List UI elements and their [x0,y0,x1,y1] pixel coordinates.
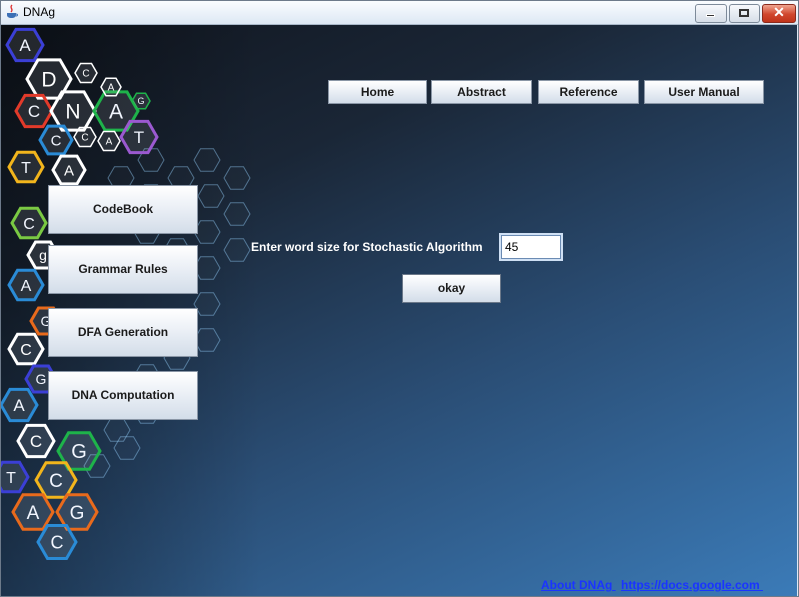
logo-letter: G [137,96,144,106]
logo-letter: A [27,503,40,524]
logo-letter: A [106,137,113,148]
java-cup-icon [7,4,18,18]
logo-letter: T [6,470,16,487]
user-manual-button[interactable]: User Manual [644,80,764,104]
word-size-input[interactable] [499,233,563,261]
docs-link[interactable]: https://docs.google.com [621,578,763,592]
logo-letter: C [30,432,42,451]
logo-letter: C [49,471,63,492]
logo-letter: C [28,102,40,121]
logo-letter: N [65,101,80,124]
codebook-button[interactable]: CodeBook [48,185,198,234]
logo-letter: A [19,36,31,55]
logo-letter: C [20,342,32,359]
logo-letter: C [51,132,62,149]
okay-button[interactable]: okay [402,274,501,303]
dfa-generation-button[interactable]: DFA Generation [48,308,198,357]
logo-letter: A [13,396,25,415]
logo-letter: G [36,371,47,387]
home-button[interactable]: Home [328,80,427,104]
maximize-button[interactable] [729,4,760,23]
about-link[interactable]: About DNAg [541,578,616,592]
logo-letter: A [64,162,74,179]
reference-button[interactable]: Reference [538,80,639,104]
minimize-icon [706,14,715,17]
dna-computation-button[interactable]: DNA Computation [48,371,198,420]
logo-letter: T [134,128,144,147]
logo-letter: g [39,247,47,263]
window-title: DNAg [23,5,56,19]
maximize-icon [739,9,749,17]
logo-letter: C [23,216,35,233]
abstract-button[interactable]: Abstract [431,80,532,104]
app-window: DNAg ✕ ADCNACTACgAGCGACGTCAGCCAGTAC Home… [0,0,799,597]
logo-letter: D [41,69,56,92]
hexagon-shape [223,166,251,190]
hexagon-shape [197,184,225,208]
word-size-label: Enter word size for Stochastic Algorithm [251,240,483,254]
logo-letter: G [70,503,85,524]
logo-letter: C [51,532,64,552]
grammar-rules-button[interactable]: Grammar Rules [48,245,198,294]
logo-letter: A [108,83,115,94]
minimize-button[interactable] [695,4,727,23]
logo-letter: C [82,69,89,80]
title-bar[interactable]: DNAg ✕ [0,0,799,25]
logo-letter: A [109,101,123,124]
hexagon-shape [223,202,251,226]
logo-letter: A [21,278,32,295]
close-icon: ✕ [773,4,785,20]
logo-letter: C [81,133,88,144]
hexagon-shape [223,238,251,262]
logo-letter: T [21,160,31,177]
hexagon-shape [193,148,221,172]
logo-letter: G [71,441,87,463]
close-button[interactable]: ✕ [762,4,796,23]
main-panel: ADCNACTACgAGCGACGTCAGCCAGTAC Home Abstra… [1,25,797,596]
